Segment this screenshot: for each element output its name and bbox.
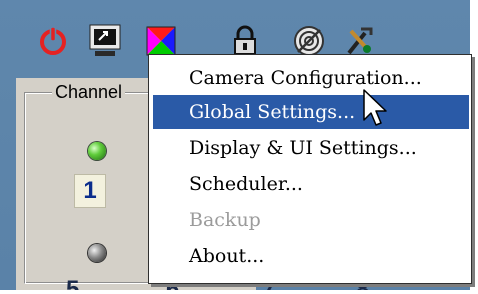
channel-status-led-active — [88, 142, 106, 160]
menu-item-backup: Backup — [189, 209, 261, 231]
power-icon — [40, 26, 66, 55]
monitor-button[interactable] — [82, 16, 128, 66]
channel-1-selector[interactable]: 1 — [74, 174, 106, 208]
target-icon — [294, 26, 324, 56]
menu-item-global-settings[interactable]: Global Settings... — [153, 95, 469, 129]
channel-legend: Channel — [52, 82, 126, 103]
lock-icon — [234, 25, 256, 55]
channel-status-led-idle — [88, 244, 106, 262]
app-window: Channel 1 5 6 7 8 Camera Configuration..… — [0, 0, 472, 290]
menu-item-scheduler[interactable]: Scheduler... — [153, 167, 469, 201]
menu-item-display-ui-settings[interactable]: Display & UI Settings... — [153, 131, 469, 165]
menu-item-camera-configuration[interactable]: Camera Configuration... — [153, 61, 469, 95]
mouse-pointer-icon — [363, 89, 387, 126]
menu-item-about[interactable]: About... — [153, 239, 469, 273]
settings-menu: Camera Configuration... Global Settings.… — [148, 54, 472, 284]
channel-number[interactable]: 5 — [66, 276, 79, 290]
monitor-icon — [89, 24, 121, 56]
power-button[interactable] — [30, 16, 76, 66]
